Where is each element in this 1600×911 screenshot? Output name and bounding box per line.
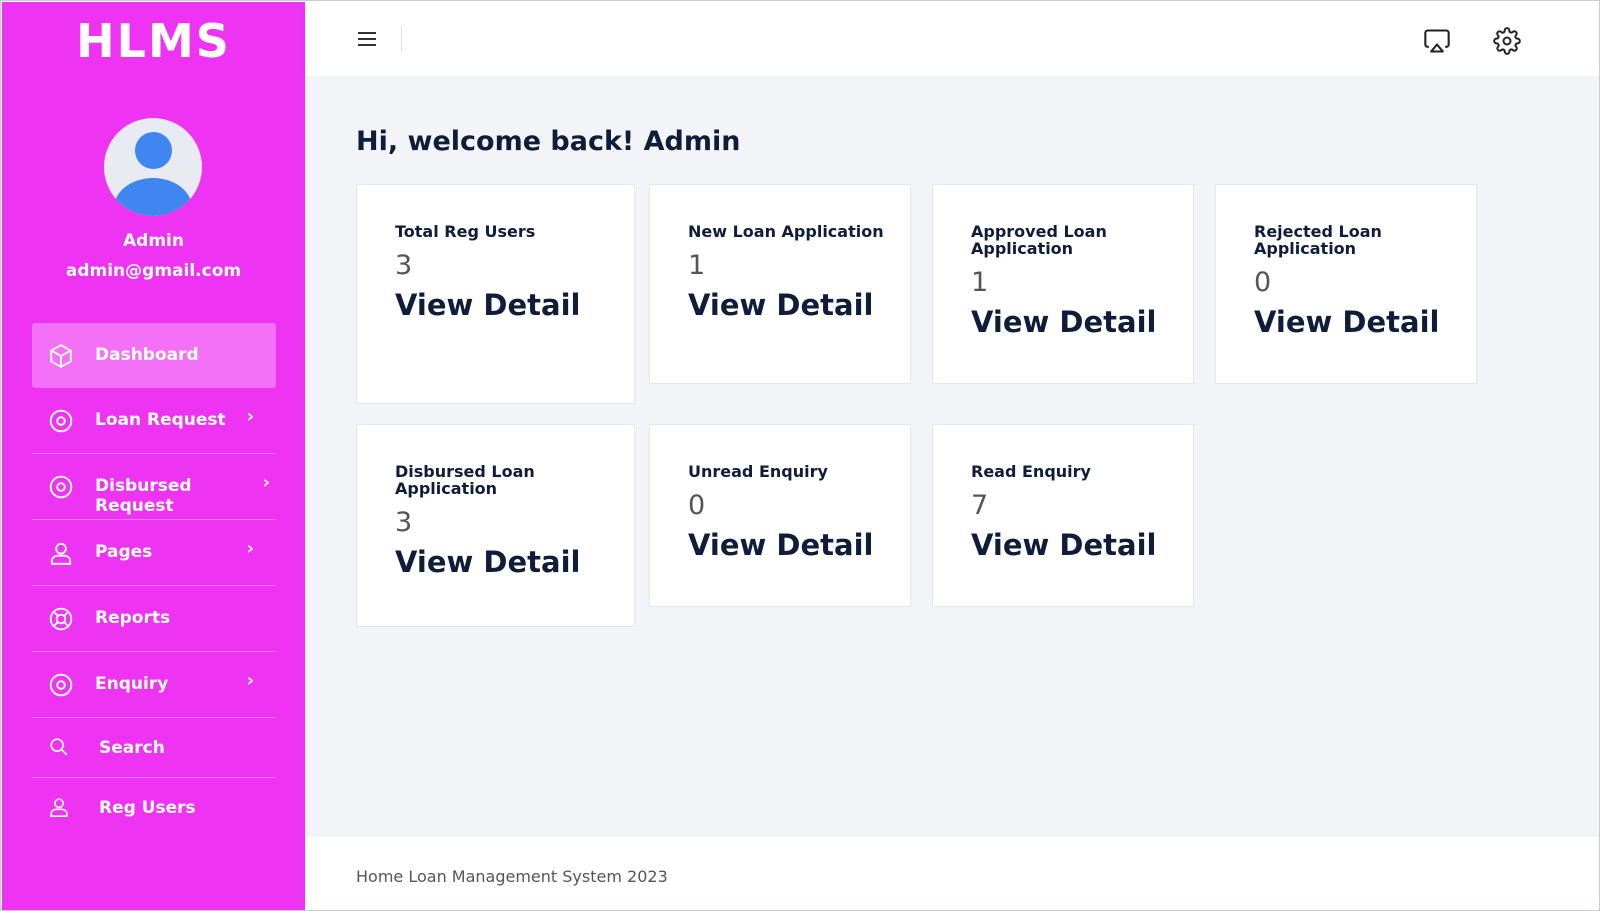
view-detail-link[interactable]: View Detail [688, 288, 873, 322]
stat-card-disbursed-loan-application: Disbursed Loan Application 3 View Detail [356, 424, 635, 627]
stat-card-new-loan-application: New Loan Application 1 View Detail [649, 184, 911, 384]
user-icon [50, 542, 72, 565]
sidebar-item-search[interactable]: Search [32, 718, 276, 778]
sidebar-item-label: Reports [95, 608, 171, 628]
sidebar-item-label: Reg Users [99, 798, 196, 818]
view-detail-link[interactable]: View Detail [395, 288, 580, 322]
view-detail-link[interactable]: View Detail [1254, 305, 1439, 339]
divider [401, 26, 402, 52]
stat-card-total-reg-users: Total Reg Users 3 View Detail [356, 184, 635, 404]
sidebar-item-label: Loan Request [95, 410, 226, 430]
search-icon [50, 738, 68, 756]
sidebar-item-disbursed-request[interactable]: Disbursed Request › [32, 454, 276, 520]
card-value: 1 [688, 250, 706, 281]
stat-card-unread-enquiry: Unread Enquiry 0 View Detail [649, 424, 911, 607]
view-detail-link[interactable]: View Detail [688, 528, 873, 562]
footer-text: Home Loan Management System 2023 [356, 867, 668, 886]
card-value: 3 [395, 250, 413, 281]
stat-card-read-enquiry: Read Enquiry 7 View Detail [932, 424, 1194, 607]
sidebar: HLMS Admin admin@gmail.com Dashboard Loa… [2, 2, 305, 910]
card-title: New Loan Application [688, 222, 884, 241]
user-icon [50, 798, 68, 817]
chevron-right-icon: › [246, 670, 254, 691]
target-icon [49, 409, 73, 433]
card-title: Approved Loan Application [971, 222, 1107, 258]
card-value: 1 [971, 267, 989, 298]
card-value: 0 [1254, 267, 1272, 298]
footer: Home Loan Management System 2023 [305, 837, 1599, 910]
card-value: 7 [971, 490, 989, 521]
sidebar-item-pages[interactable]: Pages › [32, 520, 276, 586]
box-icon [50, 344, 72, 368]
sidebar-nav: Dashboard Loan Request › Disbursed Reque… [32, 323, 276, 838]
gear-icon[interactable] [1493, 27, 1521, 55]
sidebar-item-loan-request[interactable]: Loan Request › [32, 388, 276, 454]
target-icon [49, 475, 73, 499]
chevron-right-icon: › [246, 538, 254, 559]
user-name: Admin [123, 231, 184, 251]
sidebar-item-enquiry[interactable]: Enquiry › [32, 652, 276, 718]
view-detail-link[interactable]: View Detail [971, 528, 1156, 562]
user-email: admin@gmail.com [65, 261, 242, 281]
chevron-right-icon: › [262, 472, 270, 493]
card-value: 3 [395, 507, 413, 538]
sidebar-item-label: Search [99, 738, 165, 758]
sidebar-item-label: Disbursed Request [95, 476, 192, 516]
stat-card-rejected-loan-application: Rejected Loan Application 0 View Detail [1215, 184, 1477, 384]
main-content: Hi, welcome back! Admin Total Reg Users … [305, 76, 1599, 837]
stat-card-approved-loan-application: Approved Loan Application 1 View Detail [932, 184, 1194, 384]
card-title: Rejected Loan Application [1254, 222, 1382, 258]
target-icon [49, 673, 73, 697]
card-title: Read Enquiry [971, 462, 1091, 481]
app-window: HLMS Admin admin@gmail.com Dashboard Loa… [0, 0, 1600, 911]
card-value: 0 [688, 490, 706, 521]
avatar [104, 118, 202, 216]
sidebar-item-label: Pages [95, 542, 153, 562]
sidebar-item-reg-users[interactable]: Reg Users [32, 778, 276, 838]
menu-icon[interactable] [358, 32, 376, 46]
card-title: Disbursed Loan Application [395, 462, 535, 498]
sidebar-item-label: Enquiry [95, 674, 169, 694]
chevron-right-icon: › [246, 406, 254, 427]
lifebuoy-icon [49, 607, 73, 631]
card-title: Unread Enquiry [688, 462, 828, 481]
view-detail-link[interactable]: View Detail [395, 545, 580, 579]
view-detail-link[interactable]: View Detail [971, 305, 1156, 339]
card-title: Total Reg Users [395, 222, 536, 241]
airplay-icon[interactable] [1423, 27, 1451, 55]
topbar [305, 2, 1599, 76]
sidebar-item-dashboard[interactable]: Dashboard [32, 323, 276, 388]
brand-logo[interactable]: HLMS [2, 14, 305, 68]
page-title: Hi, welcome back! Admin [356, 126, 741, 157]
sidebar-item-label: Dashboard [95, 345, 199, 365]
sidebar-item-reports[interactable]: Reports [32, 586, 276, 652]
